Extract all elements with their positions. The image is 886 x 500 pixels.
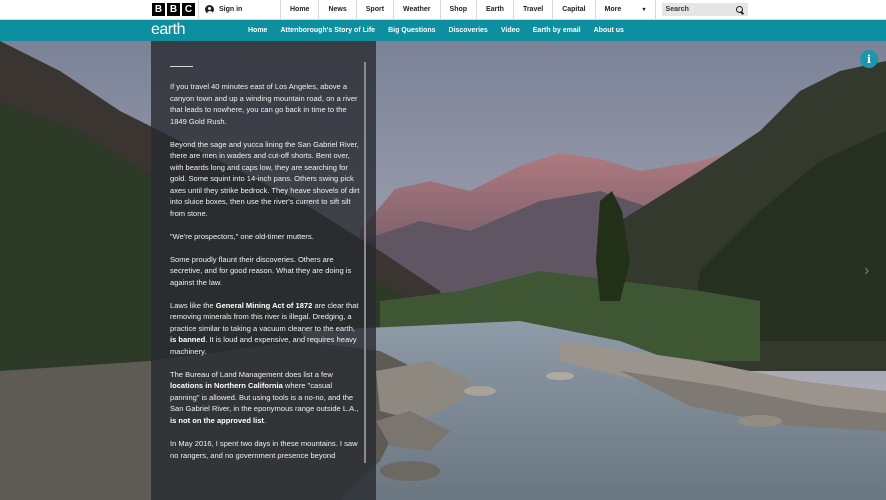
article-paragraph: Some proudly flaunt their discoveries. O…: [170, 254, 352, 287]
bbc-logo-letter: C: [182, 3, 195, 16]
earth-nav-video[interactable]: Video: [501, 27, 520, 34]
earth-nav-email[interactable]: Earth by email: [533, 27, 581, 34]
sign-in-link[interactable]: Sign in: [198, 0, 280, 19]
article-body: If you travel 40 minutes east of Los Ang…: [170, 81, 360, 473]
earth-nav-bar: earth Home Attenborough's Story of Life …: [0, 20, 886, 41]
global-nav: Home News Sport Weather Shop Earth Trave…: [280, 0, 656, 19]
article-scrollbar[interactable]: [364, 62, 366, 463]
global-nav-shop[interactable]: Shop: [441, 0, 478, 19]
global-nav-sport[interactable]: Sport: [357, 0, 395, 19]
article-paragraph: Laws like the General Mining Act of 1872…: [170, 300, 360, 358]
global-nav-travel[interactable]: Travel: [514, 0, 554, 19]
info-icon[interactable]: i: [860, 50, 878, 68]
article-paragraph: "We're prospectors," one old-timer mutte…: [170, 231, 314, 241]
article-divider: [170, 66, 193, 67]
river-canyon-photo: [0, 41, 886, 500]
article-panel: If you travel 40 minutes east of Los Ang…: [151, 41, 376, 500]
search-input[interactable]: Search: [661, 3, 748, 16]
hero-image: [0, 41, 886, 500]
bbc-logo-letter: B: [152, 3, 165, 16]
bbc-logo-letter: B: [167, 3, 180, 16]
article-paragraph: If you travel 40 minutes east of Los Ang…: [170, 82, 358, 126]
global-nav-weather[interactable]: Weather: [394, 0, 441, 19]
global-nav-capital[interactable]: Capital: [553, 0, 596, 19]
chevron-down-icon: ▾: [642, 7, 646, 13]
sign-in-label: Sign in: [219, 6, 243, 13]
earth-nav-home[interactable]: Home: [248, 27, 267, 34]
more-menu-button[interactable]: More ▾: [596, 0, 656, 19]
chevron-right-icon[interactable]: ›: [864, 262, 869, 280]
search-placeholder: Search: [665, 6, 689, 13]
mining-act-link[interactable]: General Mining Act of 1872: [216, 301, 313, 310]
global-nav-home[interactable]: Home: [281, 0, 320, 19]
global-nav-news[interactable]: News: [319, 0, 357, 19]
more-label: More: [604, 6, 622, 13]
northern-california-link[interactable]: locations in Northern California: [170, 381, 283, 390]
earth-nav-about[interactable]: About us: [594, 27, 624, 34]
earth-logo[interactable]: earth: [151, 21, 185, 39]
search-icon[interactable]: [735, 5, 744, 14]
bbc-global-header: B B C Sign in Home News Sport Weather Sh…: [0, 0, 886, 20]
article-paragraph: Beyond the sage and yucca lining the San…: [170, 139, 360, 218]
article-paragraph: The Bureau of Land Management does list …: [170, 369, 360, 427]
global-nav-earth[interactable]: Earth: [477, 0, 514, 19]
approved-list-link[interactable]: is not on the approved list: [170, 416, 264, 425]
earth-nav-story-of-life[interactable]: Attenborough's Story of Life: [280, 27, 375, 34]
user-icon: [205, 5, 214, 14]
earth-nav-discoveries[interactable]: Discoveries: [449, 27, 488, 34]
text: Laws like the: [170, 300, 216, 310]
article-paragraph: In May 2016, I spent two days in these m…: [170, 439, 358, 460]
bbc-logo[interactable]: B B C: [0, 0, 198, 19]
is-banned-link[interactable]: is banned: [170, 335, 205, 344]
earth-nav: Home Attenborough's Story of Life Big Qu…: [248, 20, 637, 41]
text: .: [263, 415, 267, 425]
text: The Bureau of Land Management does list …: [170, 369, 333, 379]
earth-nav-big-questions[interactable]: Big Questions: [388, 27, 435, 34]
